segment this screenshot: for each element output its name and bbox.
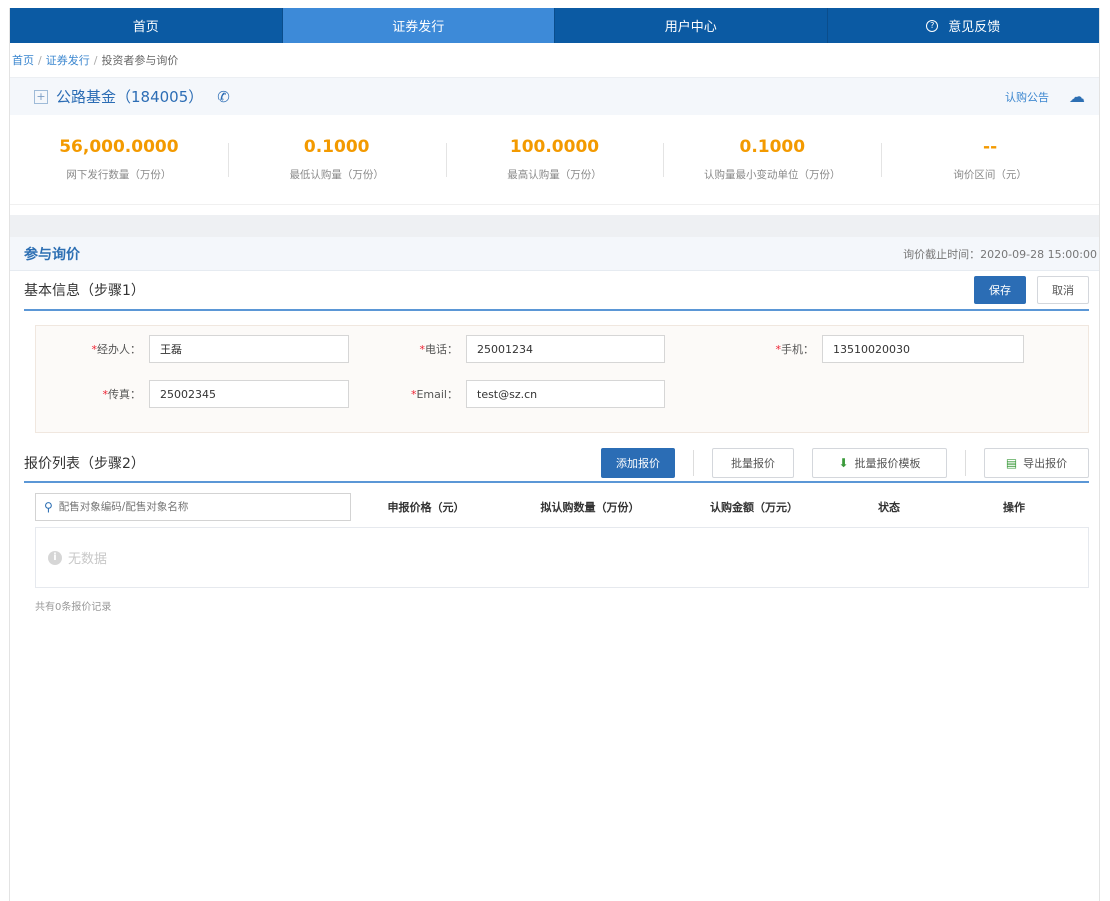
save-button[interactable]: 保存 [974,276,1026,304]
batch-template-label: 批量报价模板 [854,457,921,470]
question-icon: ? [926,19,939,32]
mobile-field-group: *手机： [744,335,1024,363]
quote-count-note: 共有0条报价记录 [35,602,112,613]
step2-title: 报价列表（步骤2） [24,456,145,472]
phone-input[interactable] [466,335,665,363]
fax-input[interactable] [149,380,349,408]
button-divider [965,450,966,476]
quote-table-body: i 无数据 [35,527,1089,588]
column-header-amount: 认购金额（万元） [710,501,798,514]
info-icon: i [48,550,62,565]
inquiry-section-header: 参与询价 询价截止时间：2020-09-28 15:00:00 [10,237,1099,271]
mobile-label: *手机： [775,343,815,356]
step1-actions: 保存 取消 [974,276,1089,304]
expand-icon[interactable]: + [34,89,48,104]
export-file-icon: ▤ [1005,456,1018,470]
mobile-input[interactable] [822,335,1024,363]
search-input[interactable] [58,501,329,513]
stat-value: 0.1000 [303,137,370,157]
column-header-status: 状态 [878,501,900,514]
breadcrumb-home[interactable]: 首页 [12,52,34,68]
contact-label: *经办人： [91,343,142,356]
stat-offline-issue: 56,000.0000 网下发行数量（万份） [10,137,228,182]
fund-name: 公路基金（184005） [56,88,204,106]
phone-icon[interactable]: ✆ [217,88,230,106]
nav-label-feedback: 意见反馈 [948,20,1001,35]
cloud-download-icon[interactable]: ☁ [1069,87,1085,106]
email-input[interactable] [466,380,665,408]
export-quote-button[interactable]: ▤ 导出报价 [984,448,1089,478]
basic-info-form: *经办人： *电话： *手机： *传真： *Email： [35,325,1089,433]
contact-input[interactable] [149,335,349,363]
stat-value: 0.1000 [739,137,806,157]
nav-label-user-center: 用户中心 [664,20,717,35]
stat-label: 询价区间（元） [953,169,1027,181]
stats-row: 56,000.0000 网下发行数量（万份） 0.1000 最低认购量（万份） … [10,115,1099,205]
stat-value: 56,000.0000 [59,137,179,157]
stat-max-subscription: 100.0000 最高认购量（万份） [445,137,664,182]
fund-header: + 公路基金（184005） ✆ 认购公告 ☁ [10,77,1099,115]
column-header-price: 申报价格（元） [387,501,465,514]
quote-table-header: ⚲ 申报价格（元） 拟认购数量（万份） 认购金额（万元） 状态 操作 [35,491,1089,523]
batch-quote-button[interactable]: 批量报价 [712,448,794,478]
email-label: *Email： [410,388,458,401]
cancel-button[interactable]: 取消 [1037,276,1089,304]
nav-item-issue[interactable]: 证券发行 [281,8,554,43]
page: 首页 证券发行 用户中心 ? 意见反馈 首页 / 证券发行 / 投资者参与询价 +… [9,8,1100,901]
nav-label-issue: 证券发行 [392,20,445,35]
phone-field-group: *电话： [394,335,665,363]
column-header-quantity: 拟认购数量（万份） [540,501,640,514]
batch-template-button[interactable]: ⬇ 批量报价模板 [812,448,947,478]
add-quote-button[interactable]: 添加报价 [601,448,675,478]
stat-label: 认购量最小变动单位（万份） [704,169,841,181]
fax-label: *传真： [102,388,142,401]
export-quote-label: 导出报价 [1023,457,1068,470]
email-field-group: *Email： [394,380,665,408]
search-box: ⚲ [35,493,351,521]
stat-min-subscription: 0.1000 最低认购量（万份） [227,137,446,182]
fax-field-group: *传真： [66,380,349,408]
top-nav: 首页 证券发行 用户中心 ? 意见反馈 [10,8,1099,43]
nav-item-home[interactable]: 首页 [10,8,282,43]
empty-state-text: 无数据 [68,552,108,567]
nav-item-feedback[interactable]: ? 意见反馈 [826,8,1100,43]
section-divider [10,215,1099,237]
download-icon: ⬇ [838,456,849,470]
fund-header-actions: 认购公告 ☁ [1005,87,1085,106]
stat-value: 100.0000 [509,137,600,157]
button-divider [693,450,694,476]
breadcrumb-current: 投资者参与询价 [101,54,179,67]
section-title: 参与询价 [24,246,80,263]
nav-item-user-center[interactable]: 用户中心 [554,8,827,43]
stat-value: -- [983,137,998,157]
breadcrumb-issue[interactable]: 证券发行 [46,52,90,68]
stat-label: 网下发行数量（万份） [66,169,172,181]
breadcrumb-separator: / [38,53,42,67]
stat-label: 最低认购量（万份） [289,169,384,181]
stat-price-range: -- 询价区间（元） [881,137,1099,182]
stat-min-increment: 0.1000 认购量最小变动单位（万份） [663,137,881,182]
stat-label: 最高认购量（万份） [507,169,602,181]
breadcrumb: 首页 / 证券发行 / 投资者参与询价 [10,43,1099,77]
step2-header: 报价列表（步骤2） 添加报价 批量报价 ⬇ 批量报价模板 ▤ 导出报价 [24,448,1089,483]
nav-label-home: 首页 [132,20,159,35]
column-header-action: 操作 [1003,501,1025,514]
step1-title: 基本信息（步骤1） [24,283,145,299]
contact-field-group: *经办人： [66,335,349,363]
step2-actions: 添加报价 批量报价 ⬇ 批量报价模板 ▤ 导出报价 [601,448,1089,478]
inquiry-deadline: 询价截止时间：2020-09-28 15:00:00 [903,247,1097,261]
search-icon: ⚲ [44,500,53,514]
breadcrumb-separator: / [93,53,98,67]
step1-header: 基本信息（步骤1） 保存 取消 [24,271,1089,311]
phone-label: *电话： [419,343,459,356]
subscription-notice-link[interactable]: 认购公告 [1005,89,1049,105]
